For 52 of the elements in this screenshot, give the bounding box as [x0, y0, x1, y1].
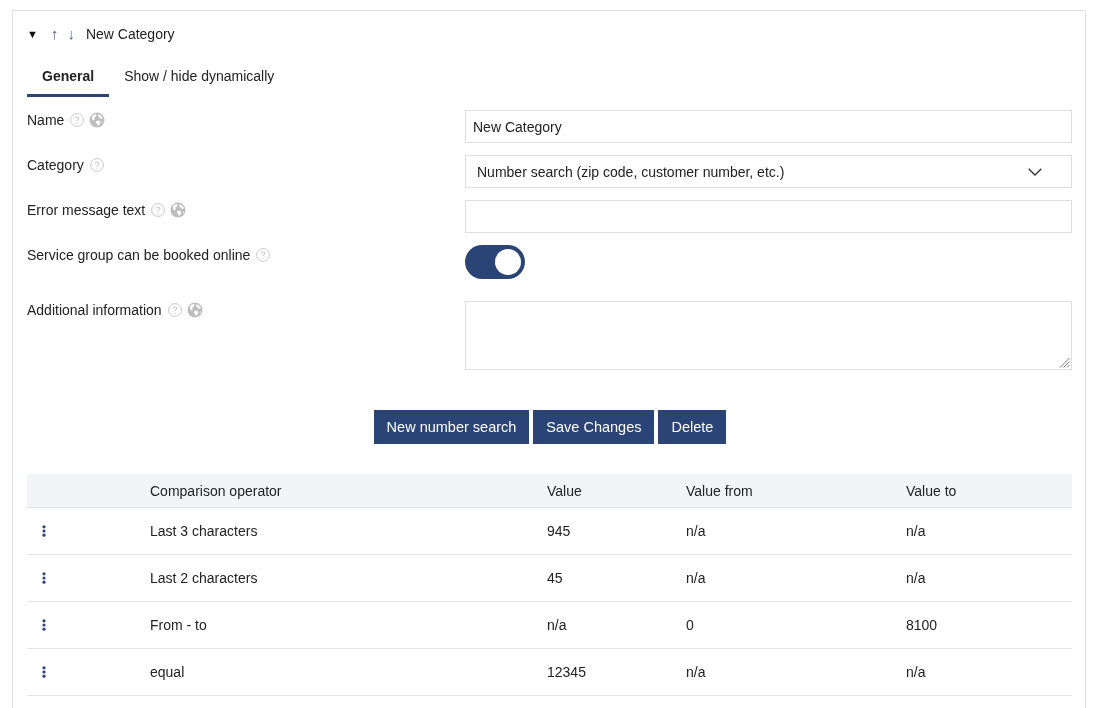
help-icon[interactable]: [167, 303, 182, 317]
category-title: New Category: [85, 25, 175, 44]
text-field[interactable]: [465, 200, 1072, 233]
move-up-button[interactable]: ↑: [50, 24, 59, 44]
field-label: Additional information: [27, 301, 162, 320]
category-dropdown[interactable]: Number search (zip code, customer number, etc.): [465, 155, 1072, 188]
table-cell: n/a: [906, 523, 926, 539]
toggle-switch[interactable]: [465, 245, 525, 279]
column-header: Value to: [906, 482, 957, 499]
table-cell: 945: [547, 523, 571, 539]
table-cell: 0: [686, 617, 694, 633]
globe-icon[interactable]: [89, 112, 106, 128]
table-cell: n/a: [906, 570, 926, 586]
action-button[interactable]: Delete: [658, 410, 727, 444]
action-button[interactable]: Save Changes: [533, 410, 655, 444]
tab[interactable]: General: [27, 58, 110, 97]
help-icon[interactable]: [151, 203, 166, 217]
table-cell: From - to: [150, 617, 207, 633]
help-icon[interactable]: [256, 248, 271, 262]
kebab-menu-icon[interactable]: [42, 666, 46, 678]
help-icon[interactable]: [70, 113, 85, 127]
column-header: Value: [547, 482, 582, 499]
table-cell: n/a: [906, 664, 926, 680]
table-cell: n/a: [686, 664, 706, 680]
action-button[interactable]: New number search: [373, 410, 530, 444]
move-down-button[interactable]: ↓: [67, 24, 75, 44]
field-label: Service group can be booked online: [27, 246, 251, 265]
table-cell: Last 2 characters: [150, 570, 258, 586]
kebab-menu-icon[interactable]: [42, 619, 46, 631]
collapse-toggle[interactable]: ▼: [27, 24, 38, 44]
field-label: Error message text: [27, 201, 146, 220]
kebab-menu-icon[interactable]: [42, 525, 46, 537]
help-icon[interactable]: [89, 158, 104, 172]
field-label: Name: [27, 111, 65, 130]
resize-grip-icon[interactable]: [1059, 357, 1070, 368]
column-header: Comparison operator: [150, 482, 282, 499]
globe-icon[interactable]: [170, 202, 187, 218]
field-label: Category: [27, 156, 84, 175]
table-cell: Last 3 characters: [150, 523, 258, 539]
table-cell: n/a: [686, 570, 706, 586]
table-cell: 8100: [906, 617, 938, 633]
tab[interactable]: Show / hide dynamically: [109, 58, 290, 97]
table-cell: 12345: [547, 664, 586, 680]
table-cell: 45: [547, 570, 563, 586]
column-header: Value from: [686, 482, 753, 499]
kebab-menu-icon[interactable]: [42, 572, 46, 584]
chevron-down-icon: [1028, 167, 1042, 176]
table-cell: equal: [150, 664, 185, 680]
table-cell: n/a: [686, 523, 706, 539]
text-field[interactable]: New Category: [465, 110, 1072, 143]
table-cell: n/a: [547, 617, 567, 633]
globe-icon[interactable]: [186, 302, 203, 318]
